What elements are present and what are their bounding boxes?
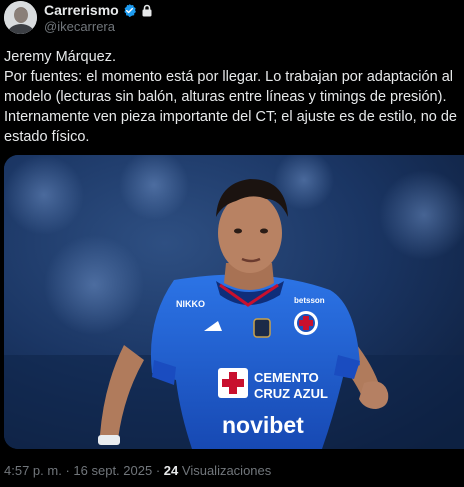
tweet-line: Jeremy Márquez. [4, 49, 117, 65]
avatar-image [4, 1, 37, 34]
tweet-media-photo[interactable]: NIKKO betsson CEMENTO CRUZ AZUL novibet [4, 155, 464, 449]
avatar[interactable] [4, 1, 37, 34]
author-handle[interactable]: @ikecarrera [44, 19, 115, 34]
tweet-date[interactable]: 16 sept. 2025 [73, 463, 152, 478]
tweet-line: Internamente ven pieza importante del CT… [4, 109, 457, 125]
tweet-meta: 4:57 p. m. · 16 sept. 2025 · 24 Visualiz… [4, 463, 271, 478]
chest-sponsor-line-2: CRUZ AZUL [254, 386, 328, 401]
main-sponsor-text: novibet [222, 412, 304, 438]
tweet-time[interactable]: 4:57 p. m. [4, 463, 62, 478]
tweet-line: estado físico. [4, 129, 90, 145]
lock-icon [141, 4, 153, 17]
shoulder-sponsor-text: NIKKO [176, 299, 205, 309]
league-badge-icon [253, 318, 271, 338]
brand-right-text: betsson [294, 296, 325, 305]
verified-badge-icon [122, 3, 137, 18]
author-name-row: Carrerismo [44, 2, 153, 18]
views-label[interactable]: Visualizaciones [182, 463, 271, 478]
tweet-text: Jeremy Márquez. Por fuentes: el momento … [4, 47, 462, 147]
views-count[interactable]: 24 [164, 463, 178, 478]
meta-separator: · [155, 463, 161, 478]
tweet-line: Por fuentes: el momento está por llegar.… [4, 69, 453, 85]
author-display-name[interactable]: Carrerismo [44, 2, 119, 18]
tweet-line: modelo (lecturas sin balón, alturas entr… [4, 89, 447, 105]
player-photo: NIKKO betsson CEMENTO CRUZ AZUL novibet [4, 155, 464, 449]
tweet-header: Carrerismo @ikecarrera [0, 0, 464, 40]
chest-sponsor-line-1: CEMENTO [254, 370, 319, 385]
meta-separator: · [65, 463, 70, 478]
